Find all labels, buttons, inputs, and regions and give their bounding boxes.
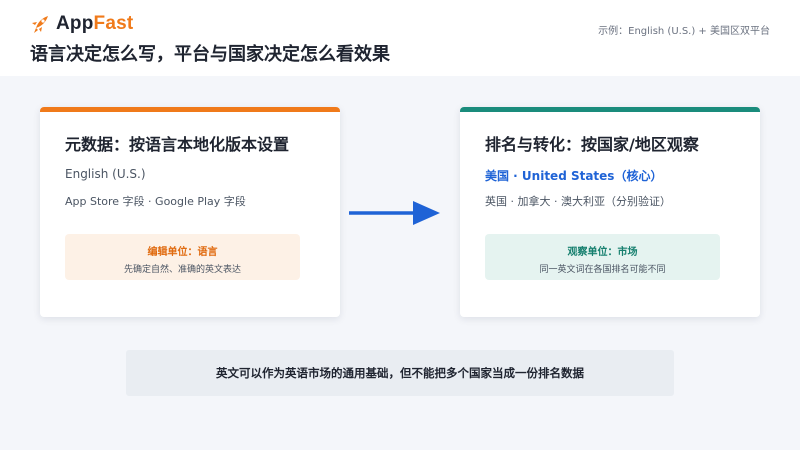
box-subtitle: 同一英文词在各国排名可能不同 — [539, 265, 666, 275]
card-title: 排名与转化：按国家/地区观察 — [485, 135, 699, 154]
observe-unit-box: 观察单位：市场 同一英文词在各国排名可能不同 — [485, 234, 720, 280]
page-title: 语言决定怎么写，平台与国家决定怎么看效果 — [30, 44, 390, 65]
other-markets-label: 英国 · 加拿大 · 澳大利亚（分别验证） — [485, 195, 671, 208]
ranking-card: 排名与转化：按国家/地区观察 美国 · United States（核心） 英国… — [460, 107, 760, 317]
box-subtitle: 先确定自然、准确的英文表达 — [123, 265, 241, 275]
core-market-label: 美国 · United States（核心） — [485, 169, 663, 183]
language-label: English (U.S.) — [65, 167, 146, 181]
metadata-card: 元数据：按语言本地化版本设置 English (U.S.) App Store … — [40, 107, 340, 317]
header: AppFast 示例：English (U.S.) + 美国区双平台 语言决定怎… — [0, 0, 800, 76]
card-title: 元数据：按语言本地化版本设置 — [65, 135, 290, 154]
footer-note: 英文可以作为英语市场的通用基础，但不能把多个国家当成一份排名数据 — [126, 350, 674, 396]
store-fields-label: App Store 字段 · Google Play 字段 — [65, 195, 246, 208]
box-title: 观察单位：市场 — [567, 247, 638, 258]
edit-unit-box: 编辑单位：语言 先确定自然、准确的英文表达 — [65, 234, 300, 280]
rocket-icon — [32, 16, 48, 33]
example-caption: 示例：English (U.S.) + 美国区双平台 — [598, 26, 770, 37]
logo-wordmark: AppFast — [56, 13, 134, 34]
box-title: 编辑单位：语言 — [147, 247, 218, 258]
arrow-right-icon — [349, 201, 440, 225]
app-logo[interactable]: AppFast — [30, 12, 133, 36]
